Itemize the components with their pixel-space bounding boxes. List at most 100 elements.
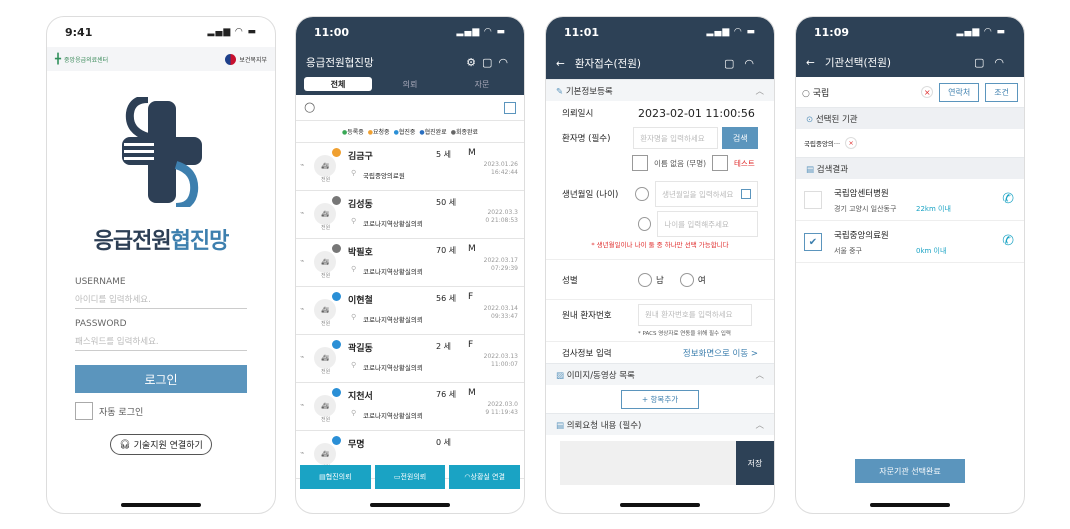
transfer-badge: 전원 [321,369,331,375]
clear-icon[interactable]: × [921,86,934,98]
document-icon: ▤ [806,164,817,175]
home-indicator [121,503,201,507]
institution-address: 서울 중구 [834,247,862,255]
result-row[interactable]: ✔ 국립중앙의료원 서울 중구 0km 이내 ✆ [796,221,1024,263]
add-item-button[interactable]: + 항목추가 [620,389,700,409]
contact-button[interactable]: 연락처 [939,82,980,102]
page-title: 기관선택(전원) [824,56,891,69]
password-input[interactable]: 패스워드를 입력하세요. [75,329,247,351]
transfer-request-label: 전원의뢰 [400,473,427,481]
phone-icon[interactable]: ✆ [1002,191,1014,207]
calendar-icon[interactable] [504,101,516,114]
female-radio[interactable] [679,272,694,287]
request-date: 2022.03.13 [483,353,518,360]
status-dot-icon [332,148,341,157]
request-content-input[interactable] [560,441,736,485]
condition-button[interactable]: 조건 [985,82,1018,102]
male-label: 남 [656,275,664,286]
app-title-accent: 협진망 [170,229,230,254]
back-arrow-icon[interactable]: ← [806,57,815,69]
status-time: 11:09 [814,25,850,39]
headset-icon: 🎧︎ [119,439,131,450]
tab-bar: 전체 의뢰 자문 [296,77,524,95]
location-icon: ⚲ [351,313,357,321]
login-button[interactable]: 로그인 [75,365,247,393]
test-label: 테스트 [734,158,755,168]
result-row[interactable]: 국립암센터병원 경기 고양시 일산동구 22km 이내 ✆ [796,179,1024,221]
tab-request[interactable]: 의뢰 [376,77,444,91]
patient-sex: M [468,388,476,398]
support-button[interactable]: 🎧︎ 기술지원 연결하기 [110,434,212,455]
result-checkbox[interactable] [804,191,822,209]
save-button[interactable]: 저장 [736,441,774,485]
male-radio[interactable] [638,272,652,287]
request-date: 2023.01.26 [483,161,518,168]
patient-name-input[interactable]: 환자명을 입력하세요 [633,127,719,149]
status-icons: ▂▄▆ ◠ ▬ [456,27,506,37]
help-icon[interactable]: ▢ [974,56,994,69]
transfer-request-button[interactable]: ▭ 전원의뢰 [374,465,446,489]
search-input[interactable]: ○ 국립 × [802,86,934,99]
gear-icon[interactable]: ⚙ [466,56,482,69]
phone-icon[interactable]: ✆ [1002,233,1014,249]
document-icon: ▤ [556,420,567,431]
age-input[interactable]: 나이를 입력해주세요 [657,211,758,237]
hospital-name: 코로나지역상황실의뢰 [363,364,423,372]
consult-request-button[interactable]: ▤ 협진의뢰 [300,465,371,489]
no-name-checkbox[interactable] [632,155,648,171]
section-basic-title: 기본정보등록 [565,86,613,97]
hospital-name: 코로나지역상황실의뢰 [363,268,423,276]
header-icons: ▢◠ [724,57,764,70]
section-basic-info[interactable]: ✎ 기본정보등록 ︿ [546,79,774,101]
birth-radio[interactable] [635,187,650,201]
case-row[interactable]: ⌁ 🚑︎ 전원 이현철 56 세 F ⚲ 코로나지역상황실의뢰 2022.03.14 09:33:… [296,287,524,335]
case-row[interactable]: ⌁ 🚑︎ 전원 곽길동 2 세 F ⚲ 코로나지역상황실의뢰 2022.03.13 11:00:0… [296,335,524,383]
status-bar: 9:41 ▂▄▆ ◠ ▬ [47,17,275,47]
chevron-up-icon: ︿ [755,370,764,381]
status-dot-icon [332,340,341,349]
case-row[interactable]: ⌁ 🚑︎ 전원 김금구 5 세 M ⚲ 국립중앙의료원 2023.01.26 16:42:44 [296,143,524,191]
back-arrow-icon[interactable]: ← [556,58,565,70]
search-icon[interactable]: ○ [304,100,315,115]
patient-sex: F [468,340,474,350]
ambulance-icon: 🚑︎ [314,299,336,321]
row-no-name: 이름 없음 (무명) 테스트 [546,151,774,175]
patient-age: 70 세 [436,246,457,255]
result-checkbox[interactable]: ✔ [804,233,822,251]
section-media[interactable]: ▨ 이미지/동영상 목록 ︿ [546,363,774,385]
remove-icon[interactable]: × [845,137,858,149]
help-icon[interactable]: ▢ [724,57,744,70]
chevron-up-icon: ︿ [755,420,764,431]
patient-name-label: 환자명 (필수) [562,134,611,144]
patient-id-input[interactable]: 원내 환자번호를 입력하세요 [638,303,752,326]
username-input[interactable]: 아이디를 입력하세요. [75,287,247,309]
case-row[interactable]: ⌁ 🚑︎ 전원 지천서 76 세 M ⚲ 코로나지역상황실의뢰 2022.03.0 9 11:19… [296,383,524,431]
situation-room-button[interactable]: ◠ 상황실 연결 [449,465,521,489]
patient-age: 56 세 [436,294,457,303]
tab-consult[interactable]: 자문 [448,77,516,91]
transfer-badge: 전원 [321,417,331,423]
institution-distance: 0km 이내 [916,247,947,255]
headset-icon[interactable]: ◠ [498,56,514,69]
headset-icon[interactable]: ◠ [744,57,764,70]
tab-all[interactable]: 전체 [304,77,372,91]
headset-icon[interactable]: ◠ [994,56,1014,69]
header-icons: ⚙▢◠ [466,56,514,69]
transfer-badge: 전원 [321,177,331,183]
age-radio[interactable] [638,217,652,231]
auto-login-checkbox[interactable] [75,402,93,420]
exam-link[interactable]: 정보화면으로 이동 > [683,347,758,359]
case-row[interactable]: ⌁ 🚑︎ 전원 박필호 70 세 M ⚲ 코로나지역상황실의뢰 2022.03.17 07:29:… [296,239,524,287]
results-title: 검색결과 [816,164,849,175]
section-request-content[interactable]: ▤ 의뢰요청 내용 (필수) ︿ [546,413,774,435]
auto-login[interactable]: 자동 로그인 [75,402,247,420]
birth-input[interactable]: 생년월일을 입력하세요 [655,181,758,207]
select-complete-button[interactable]: 자문기관 선택완료 [855,459,965,483]
test-checkbox[interactable] [712,155,729,171]
calendar-icon[interactable] [741,189,751,199]
case-row[interactable]: ⌁ 🚑︎ 전원 김성동 50 세 ⚲ 코로나지역상황실의뢰 2022.03.3 0 21:08:… [296,191,524,239]
help-icon[interactable]: ▢ [482,56,498,69]
search-button[interactable]: 검색 [722,127,758,149]
row-pin-icon: ⌁ [300,257,305,265]
phone-form: 11:01 ▂▄▆ ◠ ▬ ← 환자접수(전원) ▢◠ ✎ 기본정보등록 ︿ 의뢰일시 2… [545,16,775,514]
